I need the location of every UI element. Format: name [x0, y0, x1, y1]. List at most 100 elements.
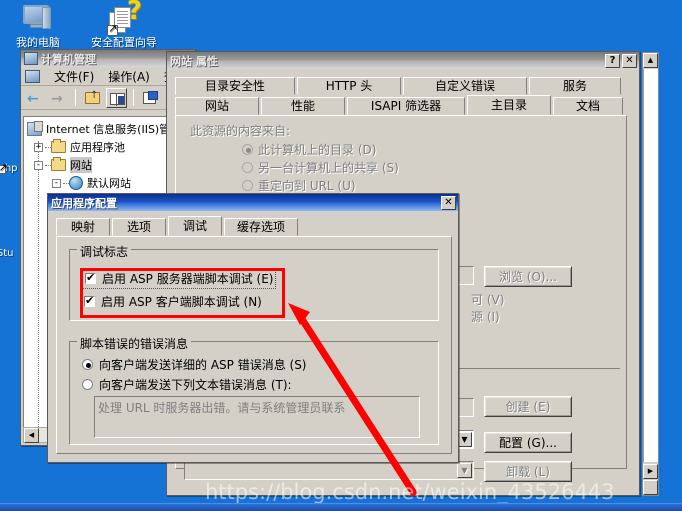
create-button[interactable]: 创建 (E) — [484, 396, 572, 417]
radio-label: 重定向到 URL (U) — [258, 179, 356, 193]
checkbox-icon[interactable] — [85, 271, 96, 284]
tree-item-websites[interactable]: - 网站 — [34, 157, 92, 173]
tab-isapi-filters[interactable]: ISAPI 筛选器 — [347, 97, 465, 115]
menu-action[interactable]: 操作(A) — [108, 68, 150, 85]
tab-options[interactable]: 选项 — [112, 218, 166, 236]
radio-icon[interactable] — [242, 180, 253, 191]
tree-item-label: 默认网站 — [87, 177, 131, 190]
dialog-title: 网站 属性 — [170, 54, 218, 68]
tab-website[interactable]: 网站 — [175, 97, 259, 115]
radio-icon[interactable] — [82, 379, 93, 390]
checkbox-client-side-debugging[interactable]: 启用 ASP 客户端脚本调试 (N) — [82, 292, 264, 311]
app-config-titlebar[interactable]: 应用程序配置 ✕ — [48, 194, 458, 211]
menu-file[interactable]: 文件(F) — [54, 68, 94, 85]
app-config-dialog: 应用程序配置 ✕ 映射 选项 调试 缓存选项 调试标志 启用 ASP 服务器端脚… — [47, 193, 459, 463]
tab-cache-options[interactable]: 缓存选项 — [224, 218, 298, 236]
radio-send-detailed-errors[interactable]: 向客户端发送详细的 ASP 错误消息 (S) — [82, 356, 307, 373]
desktop-icon-label: pStu — [0, 248, 14, 259]
help-button[interactable]: ? — [605, 53, 620, 68]
configure-button[interactable]: 配置 (G)... — [484, 432, 572, 453]
menu-console-icon[interactable] — [25, 69, 40, 83]
script-errors-group-label: 脚本错误的错误消息 — [77, 335, 192, 352]
chevron-down-icon[interactable]: ▼ — [457, 463, 472, 478]
desktop-icon-label: 安全配置向导 — [91, 36, 157, 49]
tab-home-directory[interactable]: 主目录 — [467, 95, 551, 115]
tree-item-app-pools[interactable]: + 应用程序池 — [34, 139, 125, 155]
properties-icon[interactable] — [140, 88, 161, 108]
show-tree-icon[interactable] — [106, 87, 127, 108]
checkbox-server-side-debugging[interactable]: 启用 ASP 服务器端脚本调试 (E) — [82, 268, 277, 289]
radio-redirect-url[interactable]: 重定向到 URL (U) — [242, 177, 356, 194]
forward-arrow-icon[interactable]: → — [48, 88, 69, 108]
scroll-up-button[interactable]: ▲ — [643, 53, 658, 68]
radio-icon[interactable] — [82, 359, 93, 370]
browse-button[interactable]: 浏览 (O)... — [484, 266, 572, 287]
partial-checkbox-label-read: 可 (V) — [471, 293, 505, 307]
watermark-text: https://blog.csdn.net/weixin_43526443 — [205, 480, 615, 504]
checkbox-icon[interactable] — [84, 294, 95, 307]
radio-label: 向客户端发送下列文本错误消息 (T): — [99, 378, 292, 392]
my-computer-icon — [2, 2, 74, 36]
desktop-icon-my-computer[interactable]: 我的电脑 — [2, 2, 74, 49]
tree-item-label: 应用程序池 — [70, 141, 125, 154]
close-icon[interactable]: ✕ — [441, 195, 456, 210]
globe-icon — [69, 176, 83, 190]
scroll-left-button[interactable]: ◀ — [24, 428, 39, 443]
tab-http-headers[interactable]: HTTP 头 — [297, 77, 401, 95]
up-folder-icon[interactable] — [82, 88, 103, 108]
debug-flags-group: 调试标志 启用 ASP 服务器端脚本调试 (E) 启用 ASP 客户端脚本调试 … — [69, 243, 439, 321]
mmc-result-pane — [643, 69, 658, 462]
content-source-label: 此资源的内容来自: — [190, 124, 291, 138]
application-pool-combo[interactable]: ▼ — [184, 461, 474, 480]
desktop-icon-security-wizard[interactable]: ? 安全配置向导 — [78, 0, 170, 49]
radio-remote-share[interactable]: 另一台计算机上的共享 (S) — [242, 159, 399, 176]
tab-service[interactable]: 服务 — [529, 77, 621, 95]
expander-icon[interactable]: + — [34, 142, 43, 152]
desktop: 我的电脑 ? 安全配置向导 php pStu 计算机管理 文件(F) 操作(A)… — [0, 0, 682, 511]
taskbar[interactable] — [0, 503, 682, 511]
tab-mappings[interactable]: 映射 — [56, 218, 110, 236]
error-text-value: 处理 URL 时服务器出错。请与系统管理员联系 — [98, 401, 346, 415]
scroll-right-button[interactable]: ▶ — [643, 464, 658, 479]
close-icon[interactable]: ✕ — [622, 53, 637, 68]
resize-grip[interactable] — [643, 480, 658, 495]
toolbar-separator — [75, 89, 76, 106]
checkbox-label: 启用 ASP 客户端脚本调试 (N) — [101, 295, 262, 309]
tab-debugging[interactable]: 调试 — [168, 216, 222, 236]
folder-icon — [51, 139, 66, 153]
radio-send-text-error[interactable]: 向客户端发送下列文本错误消息 (T): — [82, 376, 292, 393]
tab-performance[interactable]: 性能 — [261, 97, 345, 115]
script-errors-group: 脚本错误的错误消息 向客户端发送详细的 ASP 错误消息 (S) 向客户端发送下… — [69, 335, 439, 445]
debug-flags-group-label: 调试标志 — [77, 243, 132, 260]
expander-icon[interactable]: - — [34, 160, 43, 170]
tab-documents[interactable]: 文档 — [553, 97, 623, 115]
tab-directory-security[interactable]: 目录安全性 — [175, 77, 295, 95]
debugging-panel: 调试标志 启用 ASP 服务器端脚本调试 (E) 启用 ASP 客户端脚本调试 … — [56, 236, 452, 454]
tree-item-label: Internet 信息服务(IIS)管 — [46, 123, 171, 136]
tab-custom-errors[interactable]: 自定义错误 — [403, 77, 527, 95]
tab-row-1: 目录安全性 HTTP 头 自定义错误 服务 — [175, 76, 627, 95]
checkbox-label: 启用 ASP 服务器端脚本调试 (E) — [102, 272, 274, 286]
website-properties-titlebar[interactable]: 网站 属性 ? ✕ — [167, 52, 639, 69]
computer-icon — [24, 52, 38, 65]
dialog-title: 应用程序配置 — [51, 196, 117, 210]
back-arrow-icon[interactable]: ← — [24, 88, 45, 108]
radio-local-directory[interactable]: 此计算机上的目录 (D) — [242, 141, 376, 158]
unload-button[interactable]: 卸载 (L) — [484, 461, 572, 482]
server-icon — [27, 121, 43, 136]
radio-label: 另一台计算机上的共享 (S) — [258, 161, 399, 175]
radio-icon[interactable] — [242, 144, 253, 155]
security-wizard-icon: ? — [78, 0, 170, 36]
tree-item-label: 网站 — [70, 157, 92, 173]
error-text-textarea[interactable]: 处理 URL 时服务器出错。请与系统管理员联系 — [94, 396, 420, 438]
tree-guide — [38, 141, 39, 427]
tab-row-2: 网站 性能 ISAPI 筛选器 主目录 文档 — [175, 95, 627, 115]
radio-label: 此计算机上的目录 (D) — [258, 143, 377, 157]
chevron-down-icon[interactable]: ▼ — [457, 432, 472, 447]
tree-item-default-website[interactable]: - 默认网站 — [52, 175, 131, 191]
radio-icon[interactable] — [242, 162, 253, 173]
desktop-icon-label: 我的电脑 — [16, 36, 60, 49]
expander-icon[interactable]: - — [52, 178, 61, 188]
tree-item-iis[interactable]: Internet 信息服务(IIS)管 — [27, 121, 170, 137]
mmc-outer-frame: ▲ ▶ — [642, 52, 659, 496]
